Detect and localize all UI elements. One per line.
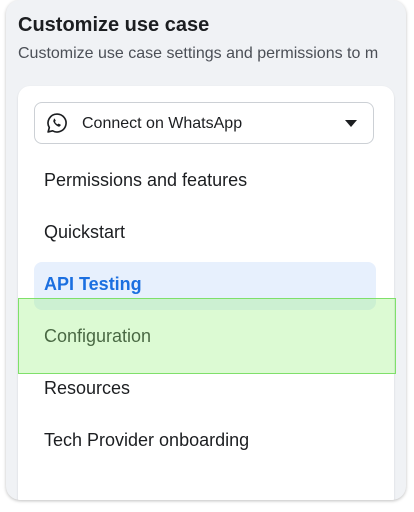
nav-item-label: Resources [44, 378, 131, 398]
nav-item-label: API Testing [44, 274, 142, 294]
whatsapp-icon [47, 113, 67, 133]
nav-item-quickstart[interactable]: Quickstart [34, 210, 376, 258]
use-case-card: Connect on WhatsApp Permissions and feat… [18, 86, 394, 500]
panel-title: Customize use case [18, 14, 210, 36]
nav-item-label: Tech Provider onboarding [44, 430, 250, 450]
nav-item-api-testing[interactable]: API Testing [34, 262, 376, 310]
use-case-dropdown-label: Connect on WhatsApp [82, 115, 243, 132]
customize-use-case-panel: Customize use case Customize use case se… [6, 0, 406, 500]
nav-item-resources[interactable]: Resources [34, 366, 376, 414]
use-case-dropdown[interactable]: Connect on WhatsApp [34, 102, 374, 144]
panel-subtitle: Customize use case settings and permissi… [18, 45, 379, 62]
nav-item-configuration[interactable]: Configuration [34, 314, 376, 362]
nav-item-tech-provider-onboarding[interactable]: Tech Provider onboarding [34, 418, 376, 466]
nav-item-label: Quickstart [44, 222, 126, 242]
caret-down-icon [345, 120, 357, 127]
nav-item-permissions-and-features[interactable]: Permissions and features [34, 158, 376, 206]
nav-item-label: Permissions and features [44, 170, 248, 190]
nav-item-label: Configuration [44, 326, 152, 346]
